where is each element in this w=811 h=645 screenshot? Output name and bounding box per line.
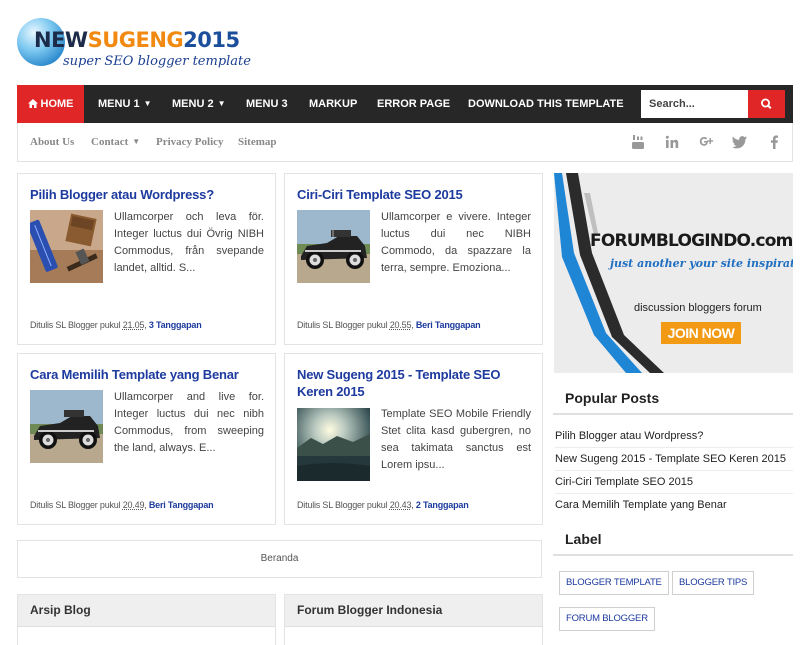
post-excerpt: Template SEO Mobile Friendly Stet clita … bbox=[381, 408, 531, 471]
label-tag[interactable]: FORUM BLOGGER bbox=[559, 607, 655, 631]
post-excerpt: Ullamcorper and live for. Integer luctus… bbox=[114, 391, 264, 454]
chevron-down-icon: ▼ bbox=[132, 137, 141, 146]
label-tag[interactable]: BLOGGER TIPS bbox=[672, 571, 755, 595]
label-tag[interactable]: BLOGGER TEMPLATE bbox=[559, 571, 669, 595]
post-meta: Ditulis SL Blogger pukul 20.43, 2 Tangga… bbox=[297, 500, 469, 510]
popular-post-link[interactable]: Cara Memilih Template yang Benar bbox=[555, 494, 793, 517]
post-comments-link[interactable]: 2 Tanggapan bbox=[416, 500, 469, 510]
post-time[interactable]: 20.49 bbox=[123, 500, 145, 510]
nav-menu-1[interactable]: MENU 1 ▼ bbox=[98, 85, 151, 123]
search-button[interactable] bbox=[748, 90, 785, 118]
google-plus-icon[interactable] bbox=[698, 134, 714, 150]
archive-widget: Arsip Blog bbox=[17, 594, 276, 645]
search-input[interactable] bbox=[641, 90, 748, 118]
ad-banner[interactable]: FORUMBLOGINDO.com just another your site… bbox=[554, 173, 793, 373]
popular-post-link[interactable]: Pilih Blogger atau Wordpress? bbox=[555, 425, 793, 448]
subnav-privacy-policy[interactable]: Privacy Policy bbox=[156, 123, 224, 161]
post-excerpt: Ullamcorper och leva för. Integer luctus… bbox=[114, 211, 264, 274]
linkedin-icon[interactable] bbox=[664, 134, 680, 150]
post-time[interactable]: 21.05 bbox=[123, 320, 145, 330]
post-card: Cara Memilih Template yang Benar Ullamco… bbox=[17, 353, 276, 525]
post-comments-link[interactable]: 3 Tanggapan bbox=[149, 320, 202, 330]
search-icon bbox=[760, 98, 772, 110]
subnav-contact[interactable]: Contact ▼ bbox=[91, 123, 140, 161]
post-card: New Sugeng 2015 - Template SEO Keren 201… bbox=[284, 353, 543, 525]
post-meta: Ditulis SL Blogger pukul 20.55, Beri Tan… bbox=[297, 320, 481, 330]
banner-caption: discussion bloggers forum bbox=[634, 302, 762, 314]
post-card: Ciri-Ciri Template SEO 2015 Ullamcorper … bbox=[284, 173, 543, 345]
nav-markup[interactable]: MARKUP bbox=[309, 85, 357, 123]
site-logo[interactable]: NEWSUGENG2015 super SEO blogger template bbox=[17, 16, 251, 76]
banner-brand: FORUMBLOGINDO.com bbox=[590, 231, 793, 251]
post-meta: Ditulis SL Blogger pukul 21.05, 3 Tangga… bbox=[30, 320, 202, 330]
home-icon bbox=[27, 99, 38, 108]
chevron-down-icon: ▼ bbox=[217, 99, 226, 108]
popular-post-link[interactable]: Ciri-Ciri Template SEO 2015 bbox=[555, 471, 793, 494]
subnav-sitemap[interactable]: Sitemap bbox=[238, 123, 277, 161]
subnav-about-us[interactable]: About Us bbox=[30, 123, 74, 161]
post-thumbnail[interactable] bbox=[30, 390, 103, 463]
forum-widget-title: Forum Blogger Indonesia bbox=[285, 595, 542, 627]
pagination: Beranda bbox=[17, 540, 542, 578]
label-widget-title: Label bbox=[553, 526, 793, 556]
banner-tagline: just another your site inspirations bbox=[610, 257, 793, 270]
post-title[interactable]: Pilih Blogger atau Wordpress? bbox=[30, 186, 270, 203]
post-title[interactable]: Cara Memilih Template yang Benar bbox=[30, 366, 270, 383]
facebook-icon[interactable] bbox=[766, 134, 782, 150]
forum-widget: Forum Blogger Indonesia bbox=[284, 594, 543, 645]
logo-tagline: super SEO blogger template bbox=[63, 54, 251, 69]
popular-post-link[interactable]: New Sugeng 2015 - Template SEO Keren 201… bbox=[555, 448, 793, 471]
post-time[interactable]: 20.43 bbox=[390, 500, 412, 510]
logo-title: NEWSUGENG2015 bbox=[34, 28, 240, 52]
secondary-nav: About Us Contact ▼ Privacy Policy Sitemap bbox=[17, 123, 793, 162]
post-title[interactable]: Ciri-Ciri Template SEO 2015 bbox=[297, 186, 537, 203]
join-now-button[interactable]: JOIN NOW bbox=[661, 322, 741, 344]
post-title[interactable]: New Sugeng 2015 - Template SEO Keren 201… bbox=[297, 366, 537, 400]
post-thumbnail[interactable] bbox=[297, 408, 370, 481]
post-comments-link[interactable]: Beri Tanggapan bbox=[416, 320, 481, 330]
nav-error-page[interactable]: ERROR PAGE bbox=[377, 85, 450, 123]
main-nav: HOME MENU 1 ▼ MENU 2 ▼ MENU 3 MARKUP ERROR… bbox=[17, 85, 793, 123]
post-time[interactable]: 20.55 bbox=[390, 320, 412, 330]
post-comments-link[interactable]: Beri Tanggapan bbox=[149, 500, 214, 510]
nav-menu-2[interactable]: MENU 2 ▼ bbox=[172, 85, 225, 123]
nav-download-template[interactable]: DOWNLOAD THIS TEMPLATE bbox=[468, 85, 624, 123]
nav-menu-3[interactable]: MENU 3 bbox=[246, 85, 288, 123]
post-card: Pilih Blogger atau Wordpress? Ullamcorpe… bbox=[17, 173, 276, 345]
post-meta: Ditulis SL Blogger pukul 20.49, Beri Tan… bbox=[30, 500, 214, 510]
youtube-icon[interactable] bbox=[630, 134, 646, 150]
post-thumbnail[interactable] bbox=[30, 210, 103, 283]
post-thumbnail[interactable] bbox=[297, 210, 370, 283]
post-excerpt: Ullamcorper e vivere. Integer luctus dui… bbox=[381, 211, 531, 274]
chevron-down-icon: ▼ bbox=[143, 99, 152, 108]
twitter-icon[interactable] bbox=[732, 134, 748, 150]
nav-home[interactable]: HOME bbox=[17, 85, 84, 123]
archive-widget-title: Arsip Blog bbox=[18, 595, 275, 627]
popular-posts-title: Popular Posts bbox=[553, 385, 793, 415]
home-page-link[interactable]: Beranda bbox=[261, 553, 299, 564]
